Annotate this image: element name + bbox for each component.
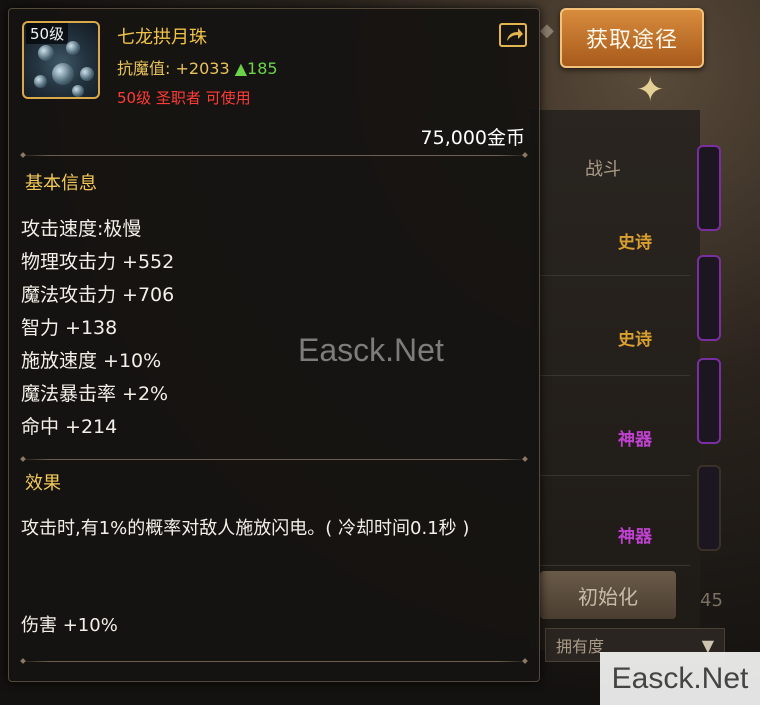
item-slot[interactable]: [697, 358, 721, 444]
list-item[interactable]: [540, 290, 690, 376]
item-slot[interactable]: [697, 145, 721, 231]
orb-item-icon: 50级: [22, 21, 100, 99]
resist-delta: ▲185: [234, 59, 278, 78]
watermark: Easck.Net: [298, 332, 444, 368]
stat-line: 物理攻击力 +552: [21, 251, 175, 273]
divider: [19, 661, 529, 662]
resist-label: 抗魔值:: [117, 59, 171, 78]
reset-button[interactable]: 初始化: [540, 571, 676, 619]
stat-line: 智力 +138: [21, 317, 118, 339]
list-item[interactable]: [540, 480, 690, 566]
stat-line: 攻击速度:极慢: [21, 218, 142, 240]
rarity-tag: 史诗: [618, 330, 652, 350]
item-level-badge: 50级: [26, 23, 69, 44]
stat-line: 施放速度 +10%: [21, 350, 162, 372]
effect-damage: 伤害 +10%: [21, 615, 118, 636]
sort-dropdown-value: 拥有度: [556, 637, 605, 656]
effect-description: 攻击时,有1%的概率对敌人施放闪电。( 冷却时间0.1秒 ): [21, 518, 470, 539]
item-name: 七龙拱月珠: [117, 27, 207, 48]
item-price: 75,000金币: [420, 127, 525, 149]
item-slot[interactable]: [697, 255, 721, 341]
item-slot[interactable]: [697, 465, 721, 551]
rarity-tag: 神器: [618, 430, 652, 450]
rarity-tag: 史诗: [618, 233, 652, 253]
item-tooltip: 50级 七龙拱月珠 抗魔值: +2033 ▲185 50级 圣职者 可使用 75…: [8, 8, 540, 682]
watermark-badge: Easck.Net: [600, 652, 760, 705]
resist-value: +2033: [175, 59, 230, 78]
share-icon[interactable]: [499, 23, 527, 47]
divider: [19, 459, 529, 460]
star-icon: ✦: [636, 70, 665, 110]
effect-title: 效果: [25, 473, 61, 494]
stats-list: 攻击速度:极慢 物理攻击力 +552 魔法攻击力 +706 智力 +138 施放…: [21, 213, 174, 444]
basic-info-title: 基本信息: [25, 173, 97, 194]
list-item[interactable]: [540, 390, 690, 476]
divider: [19, 155, 529, 156]
rarity-tag: 神器: [618, 527, 652, 547]
stat-line: 命中 +214: [21, 416, 118, 438]
list-item[interactable]: [540, 190, 690, 276]
get-path-button[interactable]: 获取途径: [560, 8, 704, 68]
stat-line: 魔法暴击率 +2%: [21, 383, 169, 405]
magic-resist-row: 抗魔值: +2033 ▲185: [117, 55, 278, 79]
tab-battle[interactable]: 战斗: [585, 155, 621, 181]
usage-requirement: 50级 圣职者 可使用: [117, 89, 251, 107]
partial-count: 45: [700, 590, 723, 611]
stat-line: 魔法攻击力 +706: [21, 284, 175, 306]
